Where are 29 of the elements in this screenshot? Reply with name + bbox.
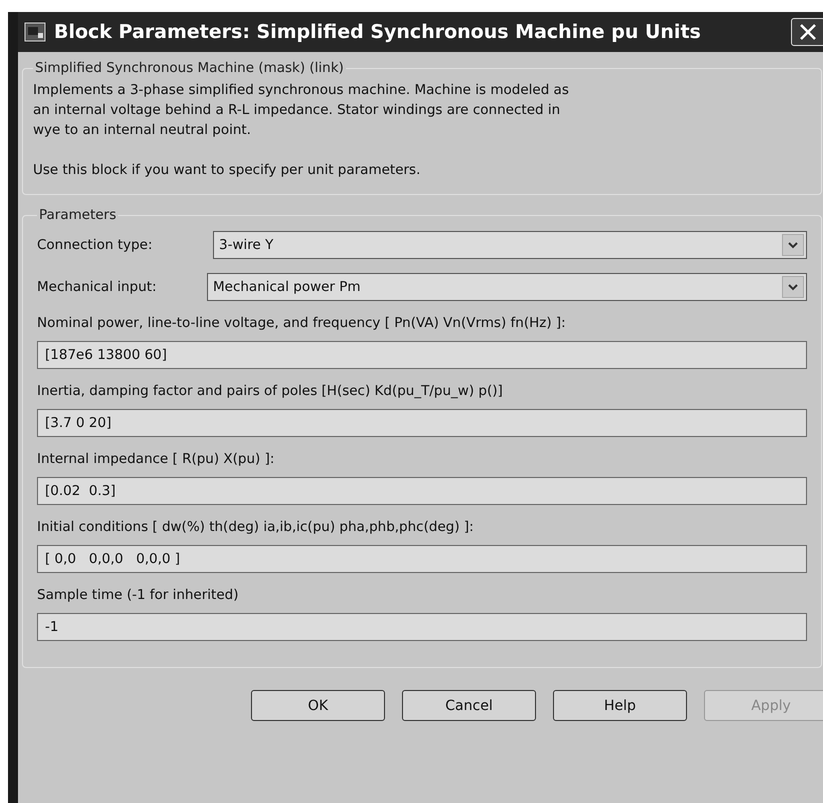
close-button[interactable]	[791, 18, 823, 46]
field-label: Mechanical input:	[37, 279, 158, 295]
dialog-button[interactable]: Cancel	[402, 690, 536, 721]
group-legend: Simplified Synchronous Machine (mask) (link)	[33, 60, 346, 76]
window-title: Block Parameters: Simplified Synchronous Machine pu Units	[54, 21, 702, 43]
input-field[interactable]: [187e6 13800 60]	[37, 341, 807, 369]
field-label: Initial conditions [ dw(%) th(deg) ia,ib,ic(pu) pha,phb,phc(deg) ]:	[37, 519, 475, 535]
field-label: Sample time (-1 for inherited)	[37, 587, 240, 603]
dropdown[interactable]: Mechanical power Pm	[207, 273, 807, 301]
field-label: Nominal power, line-to-line voltage, and frequency [ Pn(VA) Vn(Vrms) fn(Hz) ]:	[37, 315, 567, 331]
dialog-button[interactable]: Help	[553, 690, 687, 721]
field-label: Connection type:	[37, 237, 154, 253]
input-field[interactable]: -1	[37, 613, 807, 641]
chevron-down-icon	[788, 284, 798, 290]
input-field[interactable]: [0.02 0.3]	[37, 477, 807, 505]
group-legend: Parameters	[37, 207, 118, 223]
dropdown[interactable]: 3-wire Y	[213, 231, 807, 259]
chevron-down-icon	[788, 242, 798, 248]
description-text: Implements a 3-phase simplified synchronous machine. Machine is modeled as an internal voltage behind a R-L impedance. Stator windings are connected in wye to an internal neutral point.	[33, 81, 570, 140]
window-icon	[24, 22, 46, 42]
close-icon	[799, 23, 817, 41]
dropdown-value: Mechanical power Pm	[213, 279, 361, 295]
field-label: Internal impedance [ R(pu) X(pu) ]:	[37, 451, 276, 467]
dropdown-value: 3-wire Y	[219, 237, 274, 253]
input-field[interactable]: [ 0,0 0,0,0 0,0,0 ]	[37, 545, 807, 573]
field-label: Inertia, damping factor and pairs of poles [H(sec) Kd(pu_T/pu_w) p()]	[37, 383, 504, 399]
input-field[interactable]: [3.7 0 20]	[37, 409, 807, 437]
description-text: Use this block if you want to specify per unit parameters.	[33, 161, 422, 180]
dialog-button[interactable]: OK	[251, 690, 385, 721]
